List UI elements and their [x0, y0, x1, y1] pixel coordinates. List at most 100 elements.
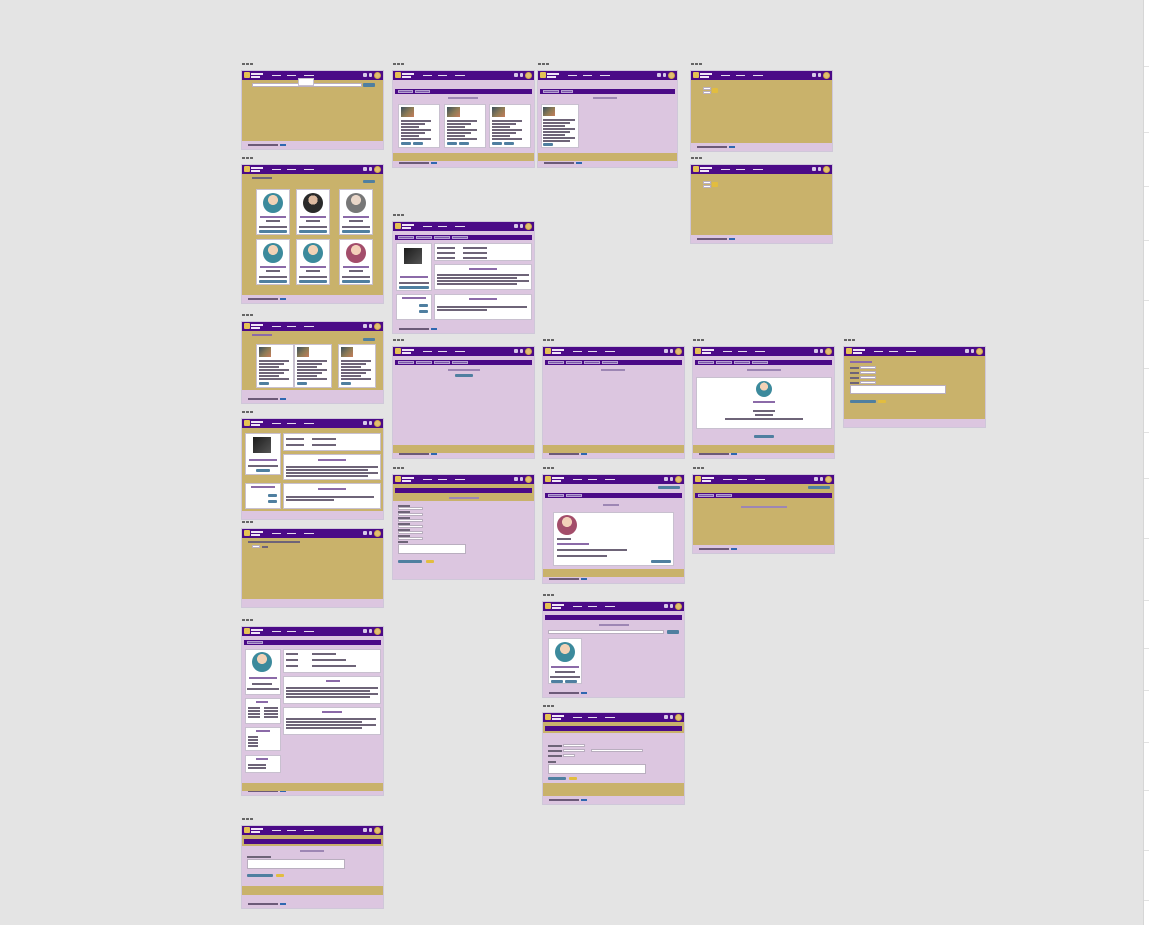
bell-icon[interactable] — [369, 421, 372, 425]
nav-link-projects[interactable] — [736, 168, 745, 170]
tab-tasks[interactable] — [734, 361, 750, 364]
message-icon[interactable] — [965, 349, 969, 353]
message-icon[interactable] — [812, 167, 816, 171]
avatar[interactable] — [525, 223, 532, 230]
member-button[interactable] — [268, 500, 277, 503]
form-field[interactable] — [860, 376, 876, 379]
nav-link-search[interactable] — [304, 325, 314, 327]
footer-link[interactable] — [581, 578, 587, 580]
nav-link-home[interactable] — [272, 168, 281, 170]
view-all-button[interactable] — [808, 486, 830, 489]
avatar[interactable] — [374, 166, 381, 173]
brand-logo[interactable] — [244, 530, 264, 536]
nav-link-search[interactable] — [755, 350, 765, 352]
footer-link[interactable] — [581, 692, 587, 694]
bell-icon[interactable] — [670, 349, 673, 353]
view-profile-button[interactable] — [299, 230, 327, 233]
avatar[interactable] — [675, 603, 682, 610]
footer-link[interactable] — [576, 162, 582, 164]
cancel-button[interactable] — [426, 560, 434, 563]
brand-logo[interactable] — [693, 166, 713, 172]
avatar[interactable] — [374, 530, 381, 537]
message-icon[interactable] — [363, 421, 367, 425]
footer-link[interactable] — [431, 162, 437, 164]
brand-logo[interactable] — [244, 827, 264, 833]
view-profile-button[interactable] — [259, 230, 287, 233]
username-field[interactable] — [703, 87, 711, 90]
nav-link-search[interactable] — [755, 478, 765, 480]
tab-tasks[interactable] — [434, 361, 450, 364]
bell-icon[interactable] — [820, 477, 823, 481]
message-icon[interactable] — [363, 629, 367, 633]
avatar[interactable] — [825, 476, 832, 483]
form-field[interactable] — [398, 537, 423, 540]
tab-meetings[interactable] — [716, 361, 732, 364]
tab-meetings[interactable] — [416, 236, 432, 239]
footer-link[interactable] — [731, 453, 737, 455]
nav-link-home[interactable] — [272, 630, 281, 632]
nav-link-home[interactable] — [721, 74, 730, 76]
brand-logo[interactable] — [545, 603, 565, 609]
tab-archive[interactable] — [452, 361, 468, 364]
cancel-button[interactable] — [276, 874, 284, 877]
brand-logo[interactable] — [545, 714, 565, 720]
avatar[interactable] — [374, 420, 381, 427]
unsave-button[interactable] — [459, 142, 469, 145]
bell-icon[interactable] — [670, 604, 673, 608]
nav-link-home[interactable] — [423, 350, 432, 352]
tab-archive[interactable] — [752, 361, 768, 364]
password-field[interactable] — [703, 91, 711, 94]
bell-icon[interactable] — [369, 629, 372, 633]
message-icon[interactable] — [514, 73, 518, 77]
tab-archive[interactable] — [452, 236, 468, 239]
form-field[interactable] — [563, 749, 585, 752]
brand-logo[interactable] — [695, 476, 715, 482]
member-button[interactable] — [419, 310, 428, 313]
bell-icon[interactable] — [670, 715, 673, 719]
avatar[interactable] — [525, 476, 532, 483]
view-profile-button[interactable] — [259, 280, 287, 283]
message-icon[interactable] — [664, 604, 668, 608]
bell-icon[interactable] — [820, 349, 823, 353]
nav-link-projects[interactable] — [588, 716, 597, 718]
nav-link-home[interactable] — [272, 829, 281, 831]
brand-logo[interactable] — [244, 628, 264, 634]
nav-link-projects[interactable] — [588, 478, 597, 480]
issue-field[interactable] — [247, 859, 345, 869]
nav-link-projects[interactable] — [287, 168, 296, 170]
avatar[interactable] — [374, 72, 381, 79]
nav-link-home[interactable] — [573, 605, 582, 607]
save-button[interactable] — [548, 777, 566, 780]
message-icon[interactable] — [514, 477, 518, 481]
tab-meetings[interactable] — [416, 361, 432, 364]
nav-link-projects[interactable] — [738, 478, 747, 480]
tab-feeds[interactable] — [543, 90, 559, 93]
nav-link-projects[interactable] — [287, 74, 296, 76]
view-button[interactable] — [297, 382, 307, 385]
message-icon[interactable] — [514, 349, 518, 353]
form-field[interactable] — [398, 507, 423, 510]
message-icon[interactable] — [812, 73, 816, 77]
footer-link[interactable] — [581, 799, 587, 801]
avatar[interactable] — [823, 72, 830, 79]
join-button[interactable] — [256, 469, 270, 472]
footer-link[interactable] — [280, 903, 286, 905]
bell-icon[interactable] — [818, 167, 821, 171]
nav-link-home[interactable] — [721, 168, 730, 170]
join-button[interactable] — [399, 286, 429, 289]
brand-logo[interactable] — [395, 348, 415, 354]
nav-link-projects[interactable] — [738, 350, 747, 352]
nav-link-projects[interactable] — [588, 605, 597, 607]
message-icon[interactable] — [363, 828, 367, 832]
footer-link[interactable] — [581, 453, 587, 455]
member-button[interactable] — [268, 494, 277, 497]
message-icon[interactable] — [664, 715, 668, 719]
brand-logo[interactable] — [540, 72, 560, 78]
brand-logo[interactable] — [395, 223, 415, 229]
message-icon[interactable] — [664, 349, 668, 353]
form-field[interactable] — [398, 531, 423, 534]
avatar[interactable] — [825, 348, 832, 355]
tab-feeds[interactable] — [398, 361, 414, 364]
nav-link-search[interactable] — [605, 350, 615, 352]
brand-logo[interactable] — [244, 166, 264, 172]
